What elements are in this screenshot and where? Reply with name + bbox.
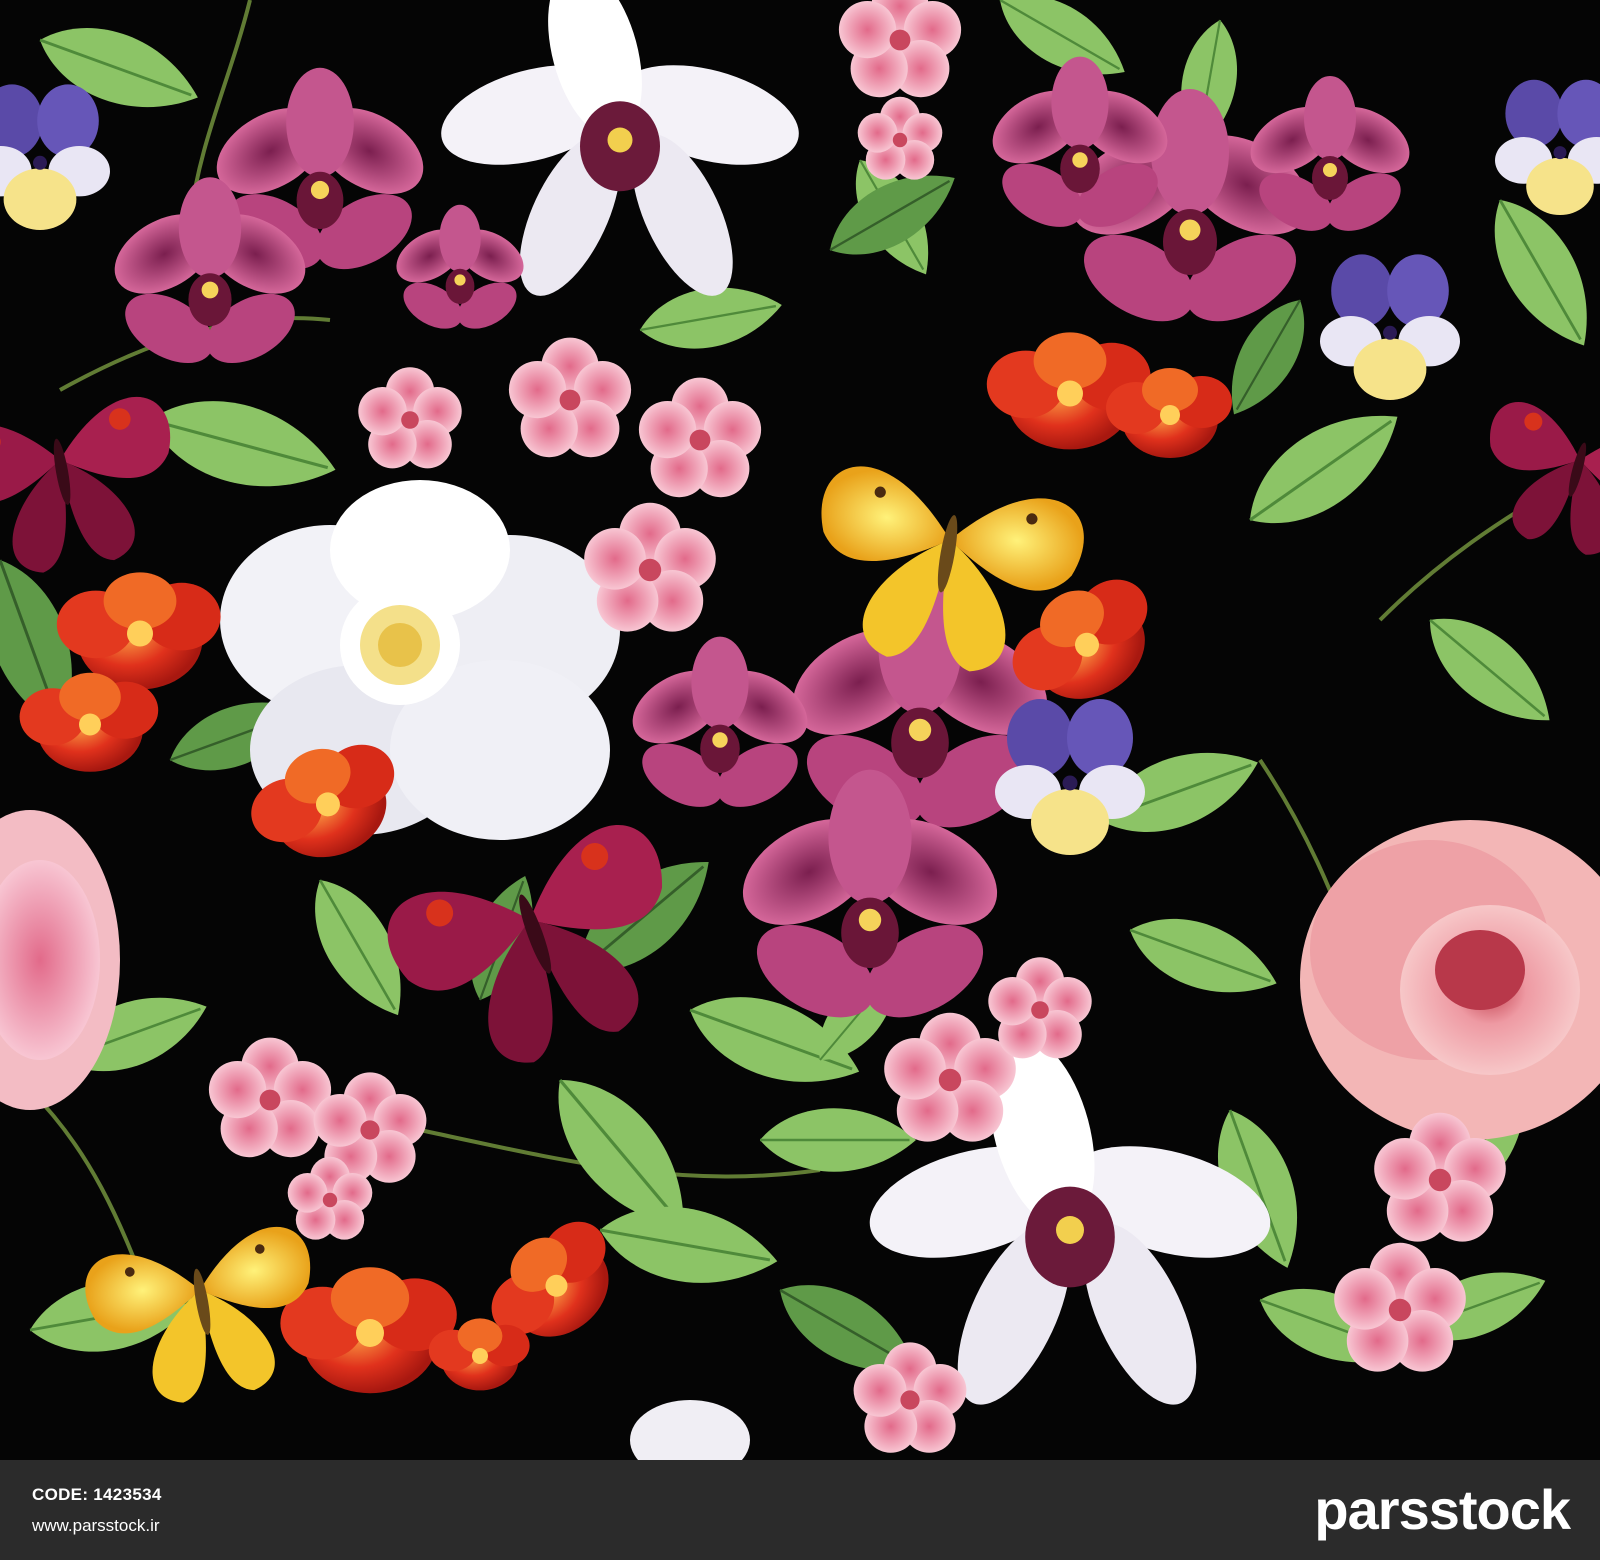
- parsstock-logo: parsstock: [1314, 1478, 1571, 1541]
- watermark-footer: CODE: 1423534 www.parsstock.ir parsstock: [0, 1460, 1600, 1560]
- website-url: www.parsstock.ir: [32, 1516, 160, 1535]
- image-code-label: CODE: 1423534: [32, 1485, 162, 1504]
- floral-watercolor-image: [0, 0, 1600, 1460]
